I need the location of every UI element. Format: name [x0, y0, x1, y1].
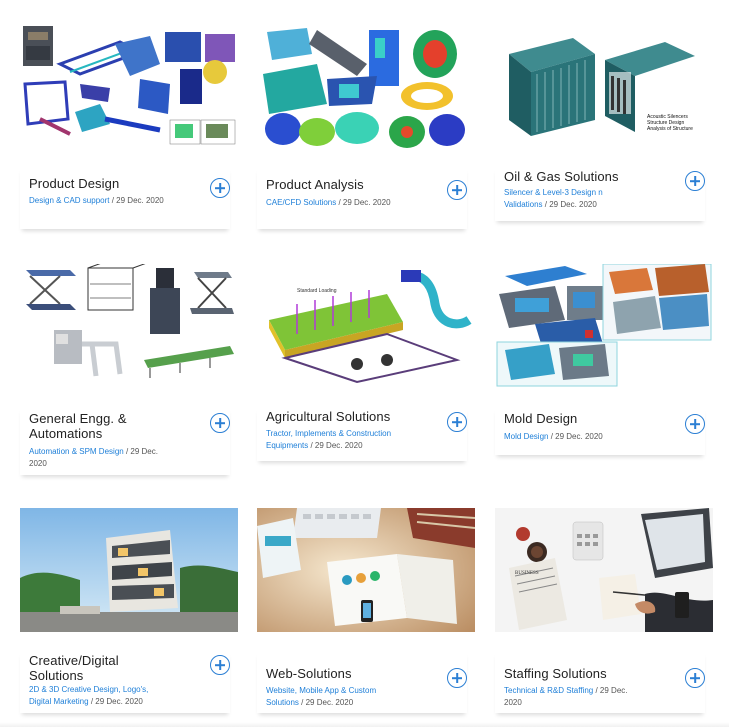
agricultural-info: Agricultural Solutions Tractor, Implemen…	[257, 407, 467, 461]
oil-gas-info: Oil & Gas Solutions Silencer & Level-3 D…	[495, 167, 705, 221]
staffing-solutions-image[interactable]: BUSINESS	[495, 508, 713, 632]
card-date: / 29 Dec. 2020	[111, 196, 164, 205]
product-design-image[interactable]	[20, 24, 238, 148]
category-link[interactable]: Mold Design	[504, 432, 548, 441]
plus-circle-icon[interactable]	[447, 412, 467, 432]
web-solutions-info: Web-Solutions Website, Mobile App & Cust…	[257, 651, 467, 713]
card-title: Staffing Solutions	[504, 666, 607, 681]
card-meta: 2D & 3D Creative Design, Logo's, Digital…	[29, 684, 164, 708]
card-mold-design[interactable]: Mold Design Mold Design / 29 Dec. 2020	[495, 264, 713, 478]
category-link[interactable]: Design & CAD support	[29, 196, 109, 205]
plus-circle-icon[interactable]	[685, 171, 705, 191]
product-analysis-info: Product Analysis CAE/CFD Solutions / 29 …	[257, 167, 467, 229]
general-engg-image[interactable]	[20, 264, 238, 388]
card-product-analysis[interactable]: Product Analysis CAE/CFD Solutions / 29 …	[257, 24, 475, 234]
svg-text:Standard Loading: Standard Loading	[297, 288, 337, 294]
plus-circle-icon[interactable]	[210, 413, 230, 433]
svg-text:BUSINESS: BUSINESS	[515, 571, 539, 576]
card-title: Agricultural Solutions	[266, 409, 391, 424]
card-meta: Automation & SPM Design / 29 Dec. 2020	[29, 446, 164, 470]
card-date: / 29 Dec. 2020	[338, 198, 391, 207]
card-title: Creative/Digital Solutions	[29, 653, 119, 683]
category-link[interactable]: CAE/CFD Solutions	[266, 198, 336, 207]
svg-text:Analysis of Structure: Analysis of Structure	[647, 126, 693, 132]
card-staffing-solutions[interactable]: BUSINESS Staffing Solutions Technical & …	[495, 508, 713, 718]
card-date: / 29 Dec. 2020	[90, 697, 143, 706]
card-agricultural-solutions[interactable]: Standard Loading Agricultural Solutions …	[257, 264, 475, 478]
plus-circle-icon[interactable]	[447, 668, 467, 688]
mold-design-info: Mold Design Mold Design / 29 Dec. 2020	[495, 407, 705, 455]
plus-circle-icon[interactable]	[210, 178, 230, 198]
staffing-solutions-info: Staffing Solutions Technical & R&D Staff…	[495, 651, 705, 713]
mold-design-image[interactable]	[495, 264, 713, 388]
card-meta: CAE/CFD Solutions / 29 Dec. 2020	[266, 197, 438, 209]
category-link[interactable]: Technical & R&D Staffing	[504, 686, 593, 695]
product-analysis-image[interactable]	[257, 24, 475, 148]
card-title: General Engg. & Automations	[29, 411, 127, 441]
creative-digital-image[interactable]	[20, 508, 238, 632]
plus-circle-icon[interactable]	[685, 414, 705, 434]
card-oil-gas-solutions[interactable]: Acoustic Silencers Structure Design Anal…	[495, 24, 713, 234]
web-solutions-image[interactable]	[257, 508, 475, 632]
plus-circle-icon[interactable]	[447, 180, 467, 200]
card-title: Mold Design	[504, 411, 578, 426]
oil-gas-image[interactable]: Acoustic Silencers Structure Design Anal…	[495, 24, 713, 148]
card-creative-digital-solutions[interactable]: Creative/Digital Solutions 2D & 3D Creat…	[20, 508, 238, 718]
card-general-engg-automations[interactable]: General Engg. & Automations Automation &…	[20, 264, 238, 478]
agricultural-image[interactable]: Standard Loading	[257, 264, 475, 388]
card-meta: Tractor, Implements & Construction Equip…	[266, 428, 401, 452]
card-meta: Mold Design / 29 Dec. 2020	[504, 431, 676, 443]
card-date: / 29 Dec. 2020	[550, 432, 603, 441]
plus-circle-icon[interactable]	[685, 668, 705, 688]
general-engg-info: General Engg. & Automations Automation &…	[20, 407, 230, 475]
card-title: Product Analysis	[266, 177, 364, 192]
card-meta: Silencer & Level-3 Design n Validations …	[504, 187, 639, 211]
card-title: Product Design	[29, 176, 120, 191]
card-meta: Website, Mobile App & Custom Solutions /…	[266, 685, 401, 709]
category-link[interactable]: Automation & SPM Design	[29, 447, 124, 456]
card-product-design[interactable]: Product Design Design & CAD support / 29…	[20, 24, 238, 234]
product-design-info: Product Design Design & CAD support / 29…	[20, 167, 230, 229]
page-bottom-edge	[0, 722, 729, 727]
card-title: Oil & Gas Solutions	[504, 169, 619, 184]
plus-circle-icon[interactable]	[210, 655, 230, 675]
card-meta: Technical & R&D Staffing / 29 Dec. 2020	[504, 685, 634, 709]
card-date: / 29 Dec. 2020	[301, 698, 354, 707]
card-meta: Design & CAD support / 29 Dec. 2020	[29, 195, 201, 207]
card-web-solutions[interactable]: Web-Solutions Website, Mobile App & Cust…	[257, 508, 475, 718]
creative-digital-info: Creative/Digital Solutions 2D & 3D Creat…	[20, 651, 230, 713]
card-date: / 29 Dec. 2020	[544, 200, 597, 209]
card-title: Web-Solutions	[266, 666, 352, 681]
card-date: / 29 Dec. 2020	[310, 441, 363, 450]
